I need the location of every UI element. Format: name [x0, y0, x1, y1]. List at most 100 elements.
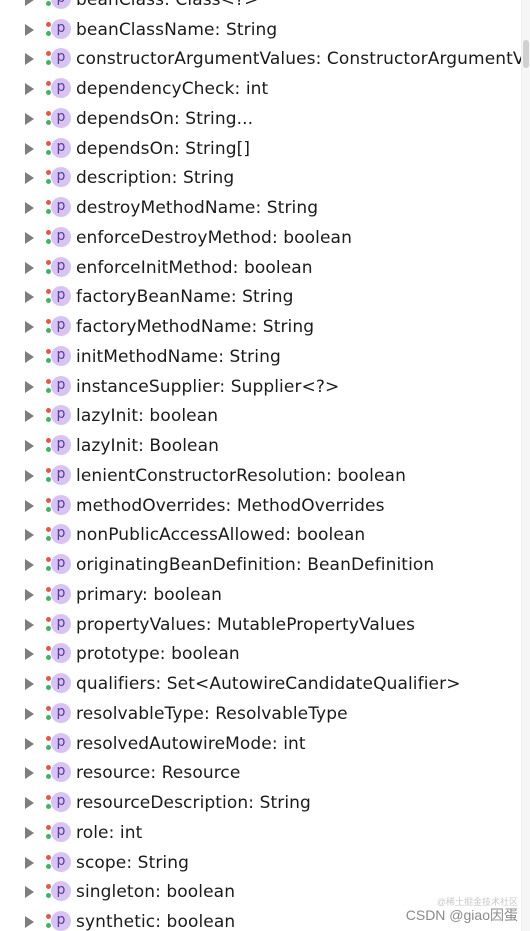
tree-row[interactable]: p lazyInit: boolean	[0, 402, 522, 432]
expand-arrow-icon[interactable]	[25, 678, 34, 691]
setter-dot-icon	[46, 209, 51, 215]
expand-arrow-icon[interactable]	[25, 916, 34, 929]
getter-dot-icon	[46, 735, 51, 741]
expand-arrow-icon[interactable]	[25, 261, 34, 274]
tree-row[interactable]: p qualifiers: Set<AutowireCandidateQualif…	[0, 669, 522, 699]
tree-row[interactable]: p destroyMethodName: String	[0, 193, 522, 223]
property-letter-icon: p	[51, 851, 71, 872]
tree-row[interactable]: p beanClass: Class<?>	[0, 0, 522, 15]
property-letter-icon: p	[51, 286, 71, 307]
property-icon: p	[46, 494, 71, 517]
expand-arrow-icon[interactable]	[25, 112, 34, 125]
setter-dot-icon	[46, 625, 51, 631]
tree-row[interactable]: p propertyValues: MutablePropertyValues	[0, 610, 522, 640]
tree-row[interactable]: p constructorArgumentValues: ConstructorA…	[0, 45, 522, 75]
setter-dot-icon	[46, 566, 51, 572]
expand-arrow-icon[interactable]	[25, 380, 34, 393]
setter-dot-icon	[46, 30, 51, 36]
expand-arrow-icon[interactable]	[25, 797, 34, 810]
expand-arrow-icon[interactable]	[25, 469, 34, 482]
tree-row[interactable]: p lenientConstructorResolution: boolean	[0, 461, 522, 491]
tree-row[interactable]: p factoryBeanName: String	[0, 283, 522, 313]
tree-row[interactable]: p dependsOn: String[]	[0, 134, 522, 164]
property-label: propertyValues: MutablePropertyValues	[76, 614, 416, 635]
property-letter-icon: p	[51, 494, 71, 515]
tree-row[interactable]: p dependsOn: String...	[0, 104, 522, 134]
expand-arrow-icon[interactable]	[25, 321, 34, 334]
watermark: @稀土掘金技术社区 CSDN @giao因蛋	[406, 897, 518, 923]
expand-arrow-icon[interactable]	[25, 559, 34, 572]
expand-arrow-icon[interactable]	[25, 142, 34, 155]
tree-row[interactable]: p initMethodName: String	[0, 342, 522, 372]
expand-arrow-icon[interactable]	[25, 529, 34, 542]
tree-row[interactable]: p resource: Resource	[0, 759, 522, 789]
expand-arrow-icon[interactable]	[25, 172, 34, 185]
tree-row[interactable]: p instanceSupplier: Supplier<?>	[0, 372, 522, 402]
getter-dot-icon	[46, 140, 51, 146]
expand-arrow-icon[interactable]	[25, 83, 34, 96]
tree-row[interactable]: p originatingBeanDefinition: BeanDefiniti…	[0, 550, 522, 580]
tree-row[interactable]: p resourceDescription: String	[0, 788, 522, 818]
getter-dot-icon	[46, 824, 51, 830]
tree-row[interactable]: p dependencyCheck: int	[0, 74, 522, 104]
property-label: methodOverrides: MethodOverrides	[76, 495, 385, 516]
expand-arrow-icon[interactable]	[25, 618, 34, 631]
setter-dot-icon	[46, 417, 51, 423]
expand-arrow-icon[interactable]	[25, 767, 34, 780]
scrollbar-thumb[interactable]	[523, 40, 529, 68]
setter-dot-icon	[46, 536, 51, 542]
tree-row[interactable]: p enforceInitMethod: boolean	[0, 253, 522, 283]
expand-arrow-icon[interactable]	[25, 440, 34, 453]
tree-row[interactable]: p beanClassName: String	[0, 15, 522, 45]
expand-arrow-icon[interactable]	[25, 202, 34, 215]
property-label: dependsOn: String...	[76, 108, 254, 129]
expand-arrow-icon[interactable]	[25, 350, 34, 363]
tree-row[interactable]: p factoryMethodName: String	[0, 312, 522, 342]
tree-row[interactable]: p resolvedAutowireMode: int	[0, 729, 522, 759]
expand-arrow-icon[interactable]	[25, 588, 34, 601]
tree-row[interactable]: p nonPublicAccessAllowed: boolean	[0, 521, 522, 551]
property-letter-icon: p	[51, 702, 71, 723]
property-label: singleton: boolean	[76, 882, 236, 903]
property-label: nonPublicAccessAllowed: boolean	[76, 525, 366, 546]
expand-arrow-icon[interactable]	[25, 648, 34, 661]
expand-arrow-icon[interactable]	[25, 737, 34, 750]
tree-row[interactable]: p lazyInit: Boolean	[0, 431, 522, 461]
expand-arrow-icon[interactable]	[25, 291, 34, 304]
getter-dot-icon	[46, 467, 51, 473]
setter-dot-icon	[46, 476, 51, 482]
tree-row[interactable]: p scope: String	[0, 848, 522, 878]
tree-row[interactable]: p methodOverrides: MethodOverrides	[0, 491, 522, 521]
setter-dot-icon	[46, 328, 51, 334]
setter-dot-icon	[46, 833, 51, 839]
expand-arrow-icon[interactable]	[25, 0, 34, 6]
getter-dot-icon	[46, 586, 51, 592]
property-letter-icon: p	[51, 821, 71, 842]
property-icon: p	[46, 613, 71, 636]
expand-arrow-icon[interactable]	[25, 707, 34, 720]
getter-dot-icon	[46, 21, 51, 27]
property-label: enforceInitMethod: boolean	[76, 257, 313, 278]
getter-dot-icon	[46, 705, 51, 711]
tree-row[interactable]: p primary: boolean	[0, 580, 522, 610]
property-letter-icon: p	[51, 583, 71, 604]
tree-row[interactable]: p prototype: boolean	[0, 640, 522, 670]
tree-row[interactable]: p role: int	[0, 818, 522, 848]
expand-arrow-icon[interactable]	[25, 856, 34, 869]
expand-arrow-icon[interactable]	[25, 886, 34, 899]
tree-row[interactable]: p description: String	[0, 164, 522, 194]
expand-arrow-icon[interactable]	[25, 410, 34, 423]
tree-row[interactable]: p enforceDestroyMethod: boolean	[0, 223, 522, 253]
property-icon: p	[46, 435, 71, 457]
watermark-text: CSDN @giao因蛋	[405, 907, 518, 923]
expand-arrow-icon[interactable]	[25, 826, 34, 839]
expand-arrow-icon[interactable]	[25, 23, 34, 36]
expand-arrow-icon[interactable]	[25, 53, 34, 66]
property-icon: p	[46, 732, 71, 755]
setter-dot-icon	[46, 268, 51, 274]
property-letter-icon: p	[51, 48, 71, 69]
tree-row[interactable]: p resolvableType: ResolvableType	[0, 699, 522, 729]
expand-arrow-icon[interactable]	[25, 231, 34, 244]
expand-arrow-icon[interactable]	[25, 499, 34, 512]
vertical-scrollbar[interactable]	[521, 0, 530, 931]
